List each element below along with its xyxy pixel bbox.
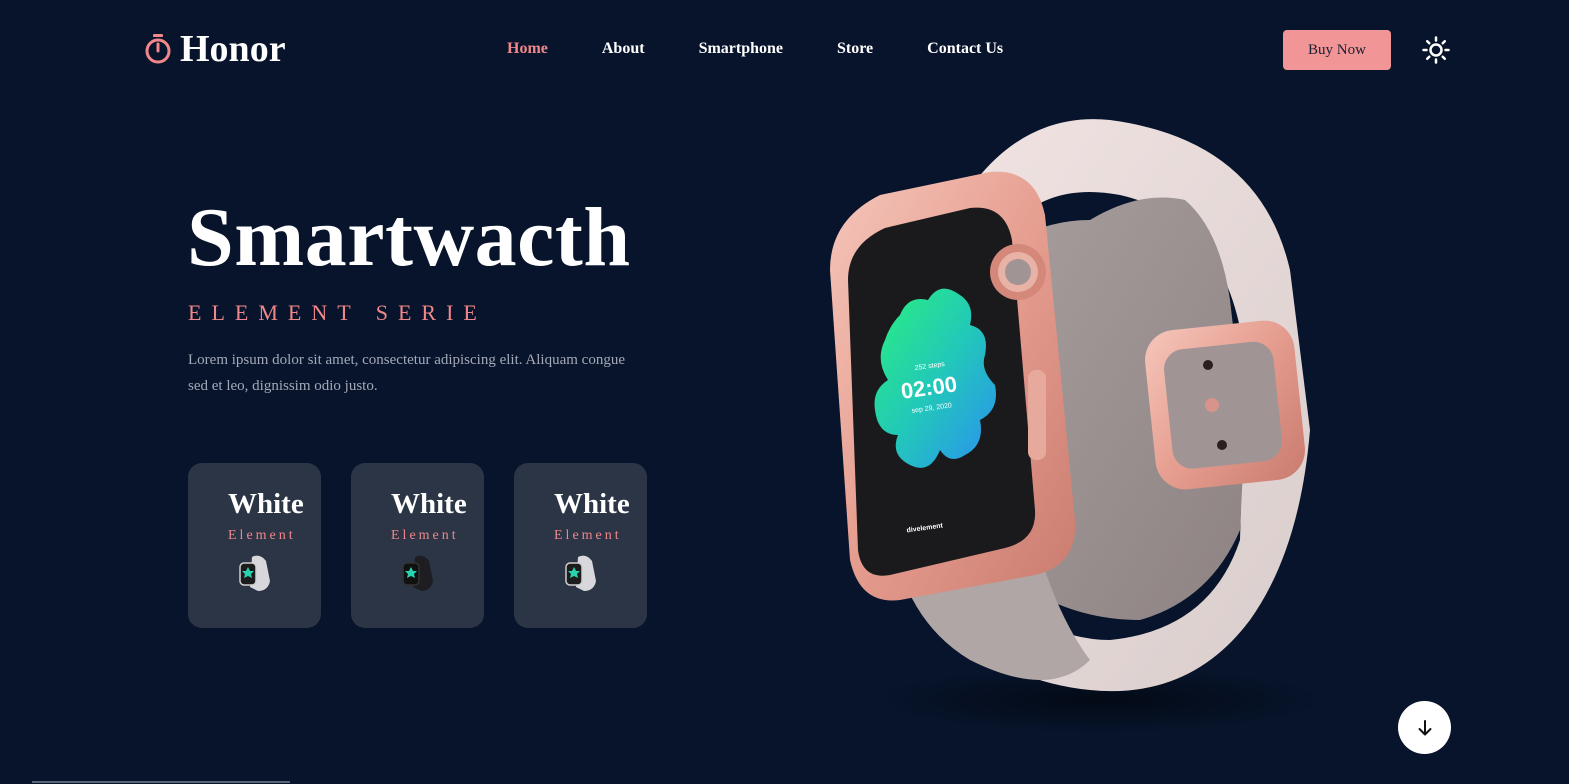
page: Honor Home About Smartphone Store Contac…	[0, 0, 1569, 784]
card-subtitle: Element	[554, 528, 622, 543]
card-subtitle: Element	[391, 528, 459, 543]
black-watch-thumbnail	[402, 555, 433, 591]
buy-now-button[interactable]: Buy Now	[1283, 30, 1391, 70]
white-watch-thumbnail	[239, 555, 270, 591]
hero-title: Smartwacth	[187, 191, 631, 284]
scroll-down-button[interactable]	[1398, 701, 1451, 754]
nav-smartphone[interactable]: Smartphone	[672, 38, 810, 60]
product-card[interactable]: White Element	[188, 463, 321, 628]
theme-toggle[interactable]	[1420, 34, 1452, 66]
hero-description: Lorem ipsum dolor sit amet, consectetur …	[188, 352, 625, 394]
sun-icon	[1422, 36, 1450, 64]
nav-store[interactable]: Store	[810, 38, 900, 60]
logo[interactable]: Honor	[144, 26, 286, 72]
hero-subtitle: ELEMENT SERIE	[188, 300, 487, 325]
nav-home[interactable]: Home	[480, 38, 575, 60]
main-nav: Home About Smartphone Store Contact Us	[480, 38, 1030, 60]
card-title: White	[228, 488, 304, 520]
smartwatch-image: 02:00 252 steps sep 29, 2020 divelement	[830, 119, 1330, 734]
nav-about[interactable]: About	[575, 38, 672, 60]
nav-contact[interactable]: Contact Us	[900, 38, 1030, 60]
card-title: White	[391, 488, 467, 520]
product-card[interactable]: White Element	[351, 463, 484, 628]
arrow-down-icon	[1418, 719, 1431, 735]
logo-text: Honor	[180, 28, 286, 70]
product-cards: White Element White Element White Elemen…	[188, 463, 647, 628]
product-card[interactable]: White Element	[514, 463, 647, 628]
scroll-progress-bar	[32, 781, 290, 783]
stopwatch-icon	[145, 34, 171, 64]
card-subtitle: Element	[228, 528, 296, 543]
card-title: White	[554, 488, 630, 520]
white-watch-thumbnail	[565, 555, 596, 591]
